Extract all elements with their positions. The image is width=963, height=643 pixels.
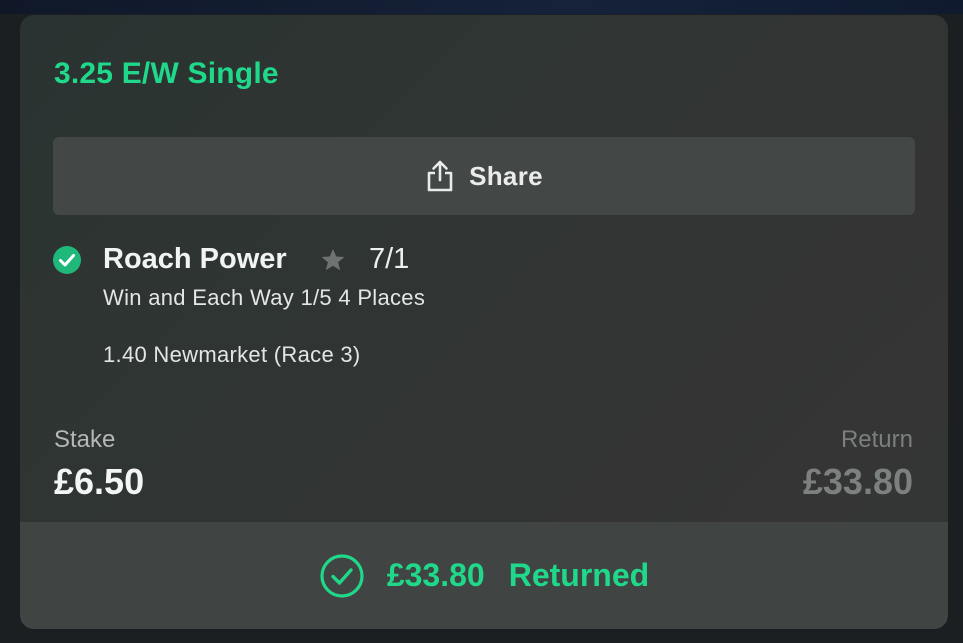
stake-value: £6.50 — [54, 461, 145, 502]
check-outline-icon — [320, 553, 364, 598]
return-value: £33.80 — [802, 461, 913, 502]
share-label: Share — [469, 160, 543, 191]
event-name: 1.40 Newmarket (Race 3) — [103, 342, 361, 367]
market-description: Win and Each Way 1/5 4 Places — [103, 285, 426, 310]
runner-name: Roach Power — [103, 243, 287, 275]
share-icon — [427, 160, 453, 192]
bet-card: 3.25 E/W Single Share Roach Power 7/1 Wi… — [20, 15, 948, 629]
check-circle-icon — [53, 246, 81, 274]
share-button[interactable]: Share — [53, 137, 915, 215]
return-label: Return — [840, 426, 913, 453]
returned-status-bar: £33.80 Returned — [20, 522, 948, 629]
background-strip — [0, 0, 963, 14]
star-icon[interactable] — [319, 246, 347, 274]
returned-text: Returned — [508, 557, 650, 593]
bet-title: 3.25 E/W Single — [54, 57, 279, 90]
stake-label: Stake — [54, 426, 116, 453]
odds: 7/1 — [369, 243, 410, 275]
returned-amount: £33.80 — [386, 557, 485, 593]
